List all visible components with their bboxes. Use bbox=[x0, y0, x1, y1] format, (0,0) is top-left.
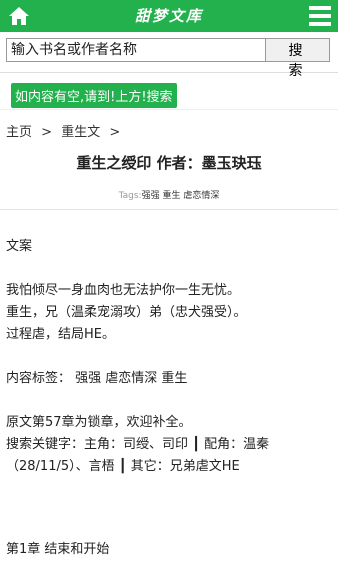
divider bbox=[0, 209, 338, 210]
tag-link[interactable]: 虐恋情深 bbox=[183, 191, 219, 201]
intro-line: 我怕倾尽一身血肉也无法护你一生无忧。 bbox=[6, 283, 241, 298]
content-tags: 内容标签： 强强 虐恋情深 重生 bbox=[6, 371, 188, 386]
site-logo[interactable]: 甜梦文库 bbox=[0, 5, 338, 26]
notes-line: 搜索关键字：主角：司绶、司印 ┃ 配角：温秦 bbox=[6, 437, 270, 452]
breadcrumb-category[interactable]: 重生文 bbox=[61, 125, 100, 140]
tag-link[interactable]: 重生 bbox=[162, 191, 180, 201]
search-button[interactable]: 搜 索 bbox=[265, 38, 330, 79]
notes-line: （28/11/5）、言梧 ┃ 其它：兄弟虐文HE bbox=[6, 459, 240, 474]
intro-line: 重生，兄（温柔宠溺攻）弟（忠犬强受）。 bbox=[6, 305, 247, 320]
tags-label: Tags: bbox=[118, 191, 142, 201]
book-tags: Tags:强强 重生 虐恋情深 bbox=[0, 188, 338, 201]
book-content: 文案 我怕倾尽一身血肉也无法护你一生无忧。 重生，兄（温柔宠溺攻）弟（忠犬强受）… bbox=[6, 236, 332, 478]
book-title: 重生之绶印 作者：墨玉玦珏 bbox=[76, 154, 262, 172]
top-bar: 甜梦文库 bbox=[0, 0, 338, 32]
breadcrumb-separator: > bbox=[41, 125, 53, 140]
search-input[interactable] bbox=[6, 38, 268, 62]
intro-line: 过程虐，结局HE。 bbox=[6, 327, 115, 342]
breadcrumb: 主页 > 重生文 > bbox=[6, 121, 125, 140]
notes-line: 原文第57章为锁章，欢迎补全。 bbox=[6, 415, 192, 430]
menu-icon[interactable] bbox=[308, 4, 332, 28]
search-bar: 搜 索 bbox=[0, 32, 338, 79]
content-heading: 文案 bbox=[6, 239, 33, 254]
tag-link[interactable]: 强强 bbox=[142, 191, 160, 201]
chapter-title: 第1章 结束和开始 bbox=[6, 542, 110, 557]
breadcrumb-separator: > bbox=[109, 125, 121, 140]
notice-row: 如内容有空,请到!上方!搜索 bbox=[0, 73, 338, 110]
breadcrumb-home[interactable]: 主页 bbox=[6, 125, 32, 140]
notice-badge: 如内容有空,请到!上方!搜索 bbox=[11, 83, 177, 108]
